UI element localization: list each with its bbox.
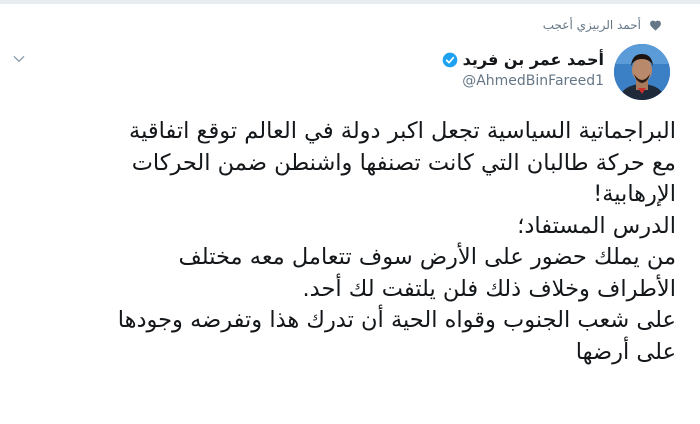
author-block: أحمد عمر بن فريد @AhmedBinFareed1 [442, 50, 604, 89]
heart-icon [650, 20, 661, 31]
author-name[interactable]: أحمد عمر بن فريد [463, 50, 604, 69]
social-context-text: أحمد الربيزي أعجب [542, 18, 641, 32]
tweet-line: من يملك حضور على الأرض سوف تتعامل معه مخ… [178, 244, 677, 270]
tweet-line: على أرضها [575, 338, 676, 365]
tweet-card[interactable]: أحمد الربيزي أعجب أحمد عمر بن فريد @Ahme… [0, 0, 700, 424]
tweet-line: مع حركة طالبان التي كانت تصنفها واشنطن ض… [131, 149, 676, 176]
tweet-line: الأطراف وخلاف ذلك فلن يلتفت لك أحد. [302, 275, 676, 302]
divider [0, 0, 700, 4]
tweet-text: البراجماتية السياسية تجعل اكبر دولة في ا… [16, 116, 676, 368]
avatar[interactable] [614, 44, 670, 100]
tweet-line: البراجماتية السياسية تجعل اكبر دولة في ا… [129, 118, 676, 144]
verified-badge-icon [442, 52, 457, 67]
author-handle[interactable]: @AhmedBinFareed1 [442, 73, 604, 89]
avatar-image [614, 44, 670, 100]
social-context[interactable]: أحمد الربيزي أعجب [543, 18, 662, 32]
tweet-line: الدرس المستفاد؛ [517, 212, 676, 239]
tweet-line: الإرهابية! [593, 181, 676, 207]
tweet-line: على شعب الجنوب وقواه الحية أن تدرك هذا و… [117, 307, 676, 333]
chevron-down-icon[interactable] [12, 52, 26, 66]
author-name-row[interactable]: أحمد عمر بن فريد [442, 50, 604, 69]
